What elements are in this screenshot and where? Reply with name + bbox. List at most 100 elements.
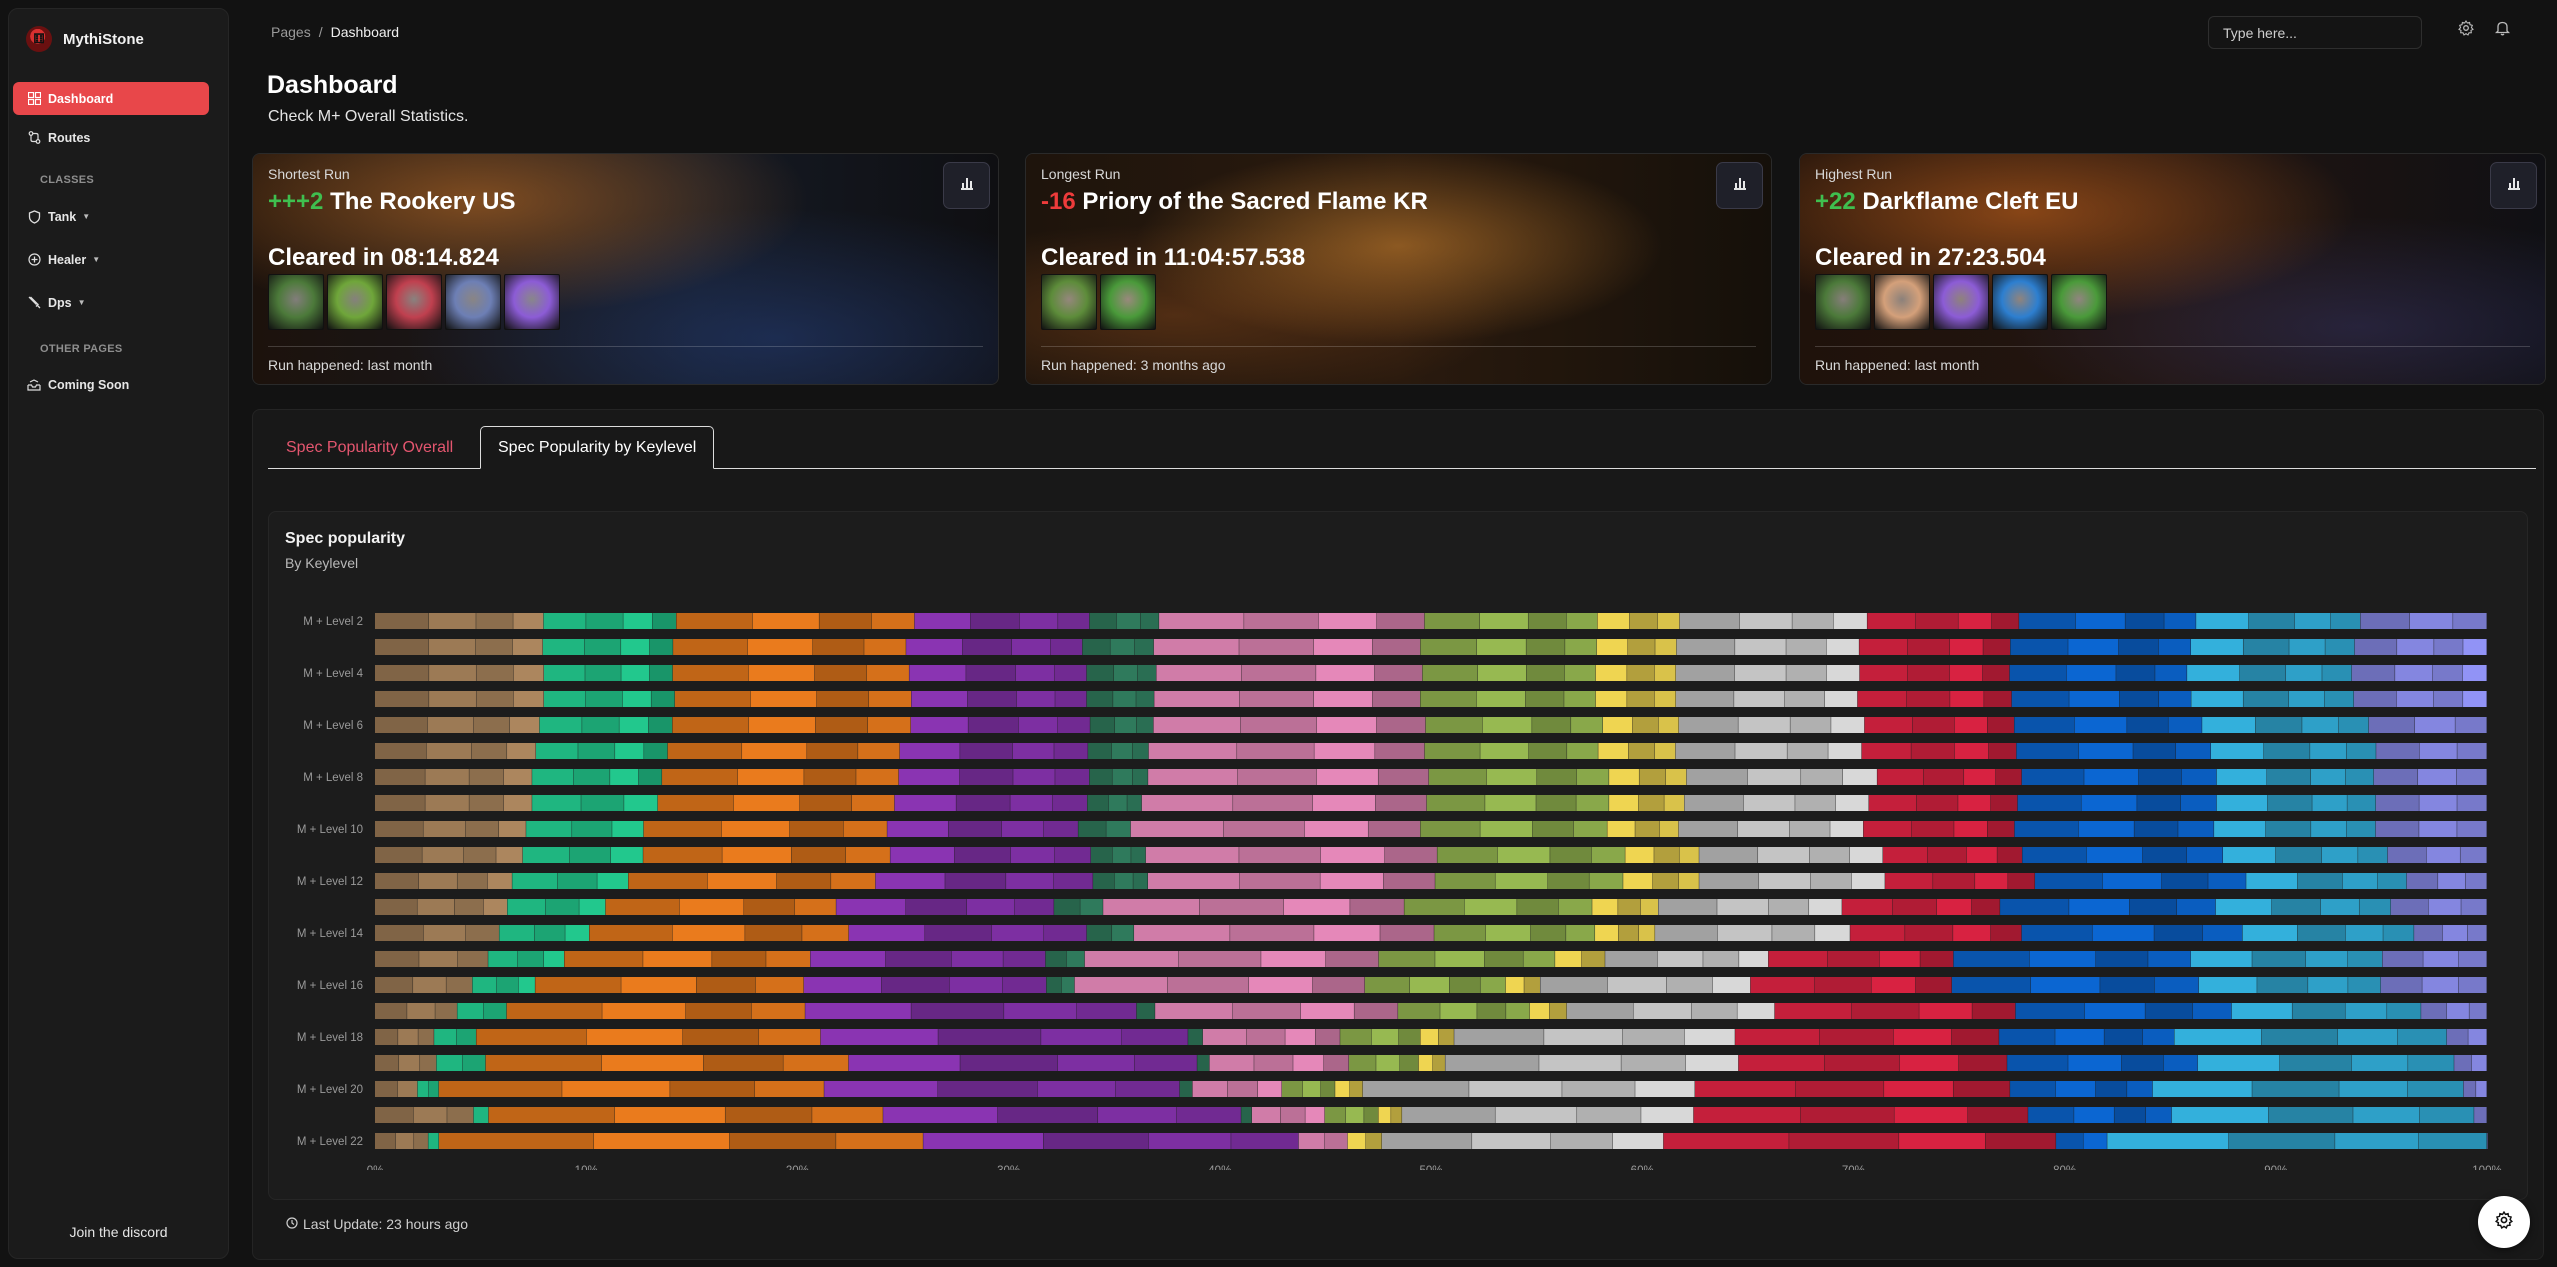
bar-segment[interactable] xyxy=(1884,1081,1953,1097)
bar-segment[interactable] xyxy=(1851,1003,1919,1019)
bar-segment[interactable] xyxy=(1566,1003,1633,1019)
bar-segment[interactable] xyxy=(1136,1003,1155,1019)
bar-segment[interactable] xyxy=(2342,873,2378,889)
bar-segment[interactable] xyxy=(2187,665,2240,681)
bar-segment[interactable] xyxy=(512,873,558,889)
bar-segment[interactable] xyxy=(1920,951,1954,967)
bar-segment[interactable] xyxy=(2069,899,2130,915)
bar-segment[interactable] xyxy=(2458,977,2487,993)
bar-segment[interactable] xyxy=(2086,847,2143,863)
bar-segment[interactable] xyxy=(1316,717,1377,733)
bar-segment[interactable] xyxy=(543,951,565,967)
bar-segment[interactable] xyxy=(586,1029,683,1045)
bar-segment[interactable] xyxy=(887,821,948,837)
bar-segment[interactable] xyxy=(1666,977,1713,993)
bar-segment[interactable] xyxy=(1437,847,1498,863)
bar-segment[interactable] xyxy=(2271,899,2321,915)
bar-segment[interactable] xyxy=(506,1003,602,1019)
bar-segment[interactable] xyxy=(1340,1029,1372,1045)
bar-segment[interactable] xyxy=(434,1029,457,1045)
bar-segment[interactable] xyxy=(1320,1081,1335,1097)
bar-segment[interactable] xyxy=(1633,1003,1692,1019)
bar-segment[interactable] xyxy=(1625,847,1654,863)
bar-segment[interactable] xyxy=(1134,639,1154,655)
bar-segment[interactable] xyxy=(1524,977,1540,993)
bar-segment[interactable] xyxy=(1440,1003,1477,1019)
bar-segment[interactable] xyxy=(1953,925,1991,941)
bar-segment[interactable] xyxy=(375,951,419,967)
bar-segment[interactable] xyxy=(2337,1029,2398,1045)
bar-segment[interactable] xyxy=(1684,795,1744,811)
bar-segment[interactable] xyxy=(1758,873,1811,889)
bar-segment[interactable] xyxy=(1652,873,1679,889)
bar-segment[interactable] xyxy=(1999,1029,2055,1045)
sidebar-item-coming-soon[interactable]: Coming Soon xyxy=(13,368,209,401)
bar-segment[interactable] xyxy=(1555,951,1582,967)
bar-segment[interactable] xyxy=(375,717,428,733)
bar-segment[interactable] xyxy=(1055,769,1090,785)
bar-segment[interactable] xyxy=(2408,1055,2454,1071)
bar-segment[interactable] xyxy=(2375,821,2419,837)
bar-segment[interactable] xyxy=(1313,639,1373,655)
bar-segment[interactable] xyxy=(1335,1081,1350,1097)
bar-segment[interactable] xyxy=(652,613,677,629)
bar-segment[interactable] xyxy=(2118,639,2159,655)
bar-segment[interactable] xyxy=(2168,717,2202,733)
bar-segment[interactable] xyxy=(1893,1029,1952,1045)
bar-segment[interactable] xyxy=(557,873,597,889)
bar-segment[interactable] xyxy=(748,717,816,733)
bar-segment[interactable] xyxy=(1076,1003,1137,1019)
bar-segment[interactable] xyxy=(1958,1055,2007,1071)
bar-segment[interactable] xyxy=(2345,769,2374,785)
bar-segment[interactable] xyxy=(2460,847,2487,863)
bar-segment[interactable] xyxy=(1972,1003,2016,1019)
bar-segment[interactable] xyxy=(2267,795,2312,811)
bar-segment[interactable] xyxy=(2346,743,2376,759)
bar-segment[interactable] xyxy=(1595,925,1619,941)
bar-segment[interactable] xyxy=(1001,821,1044,837)
bar-segment[interactable] xyxy=(425,769,469,785)
bar-segment[interactable] xyxy=(1911,743,1955,759)
bar-segment[interactable] xyxy=(954,847,1011,863)
bar-segment[interactable] xyxy=(1325,951,1379,967)
bar-segment[interactable] xyxy=(1014,899,1054,915)
bar-segment[interactable] xyxy=(2138,769,2182,785)
bar-segment[interactable] xyxy=(1037,1081,1116,1097)
bar-segment[interactable] xyxy=(429,691,476,707)
bar-segment[interactable] xyxy=(1539,1055,1621,1071)
bar-segment[interactable] xyxy=(2455,717,2487,733)
bar-segment[interactable] xyxy=(1381,1133,1472,1149)
bar-segment[interactable] xyxy=(1320,873,1384,889)
bar-segment[interactable] xyxy=(1703,951,1739,967)
bar-segment[interactable] xyxy=(909,665,966,681)
bar-segment[interactable] xyxy=(2395,665,2433,681)
bar-segment[interactable] xyxy=(1364,1107,1379,1123)
bar-segment[interactable] xyxy=(845,847,890,863)
bar-segment[interactable] xyxy=(1505,977,1524,993)
bar-segment[interactable] xyxy=(1638,795,1664,811)
bar-segment[interactable] xyxy=(2305,951,2348,967)
bar-segment[interactable] xyxy=(968,717,1019,733)
bar-segment[interactable] xyxy=(1378,951,1435,967)
bar-segment[interactable] xyxy=(1857,691,1907,707)
bar-segment[interactable] xyxy=(2421,1003,2447,1019)
bar-segment[interactable] xyxy=(2267,769,2311,785)
bar-segment[interactable] xyxy=(911,691,968,707)
bar-segment[interactable] xyxy=(1136,691,1154,707)
bar-segment[interactable] xyxy=(1283,899,1350,915)
bar-segment[interactable] xyxy=(2432,665,2463,681)
bar-segment[interactable] xyxy=(1738,1055,1825,1071)
bar-segment[interactable] xyxy=(1418,1055,1433,1071)
bar-segment[interactable] xyxy=(1623,873,1653,889)
bar-segment[interactable] xyxy=(2125,613,2164,629)
bar-segment[interactable] xyxy=(1591,847,1625,863)
bar-segment[interactable] xyxy=(2021,925,2092,941)
sidebar-item-dashboard[interactable]: Dashboard xyxy=(13,82,209,115)
bar-segment[interactable] xyxy=(423,925,466,941)
bar-segment[interactable] xyxy=(1199,899,1284,915)
bar-segment[interactable] xyxy=(672,665,749,681)
bar-segment[interactable] xyxy=(1735,743,1787,759)
bar-segment[interactable] xyxy=(807,743,858,759)
bar-segment[interactable] xyxy=(1954,743,1989,759)
bar-segment[interactable] xyxy=(579,899,606,915)
